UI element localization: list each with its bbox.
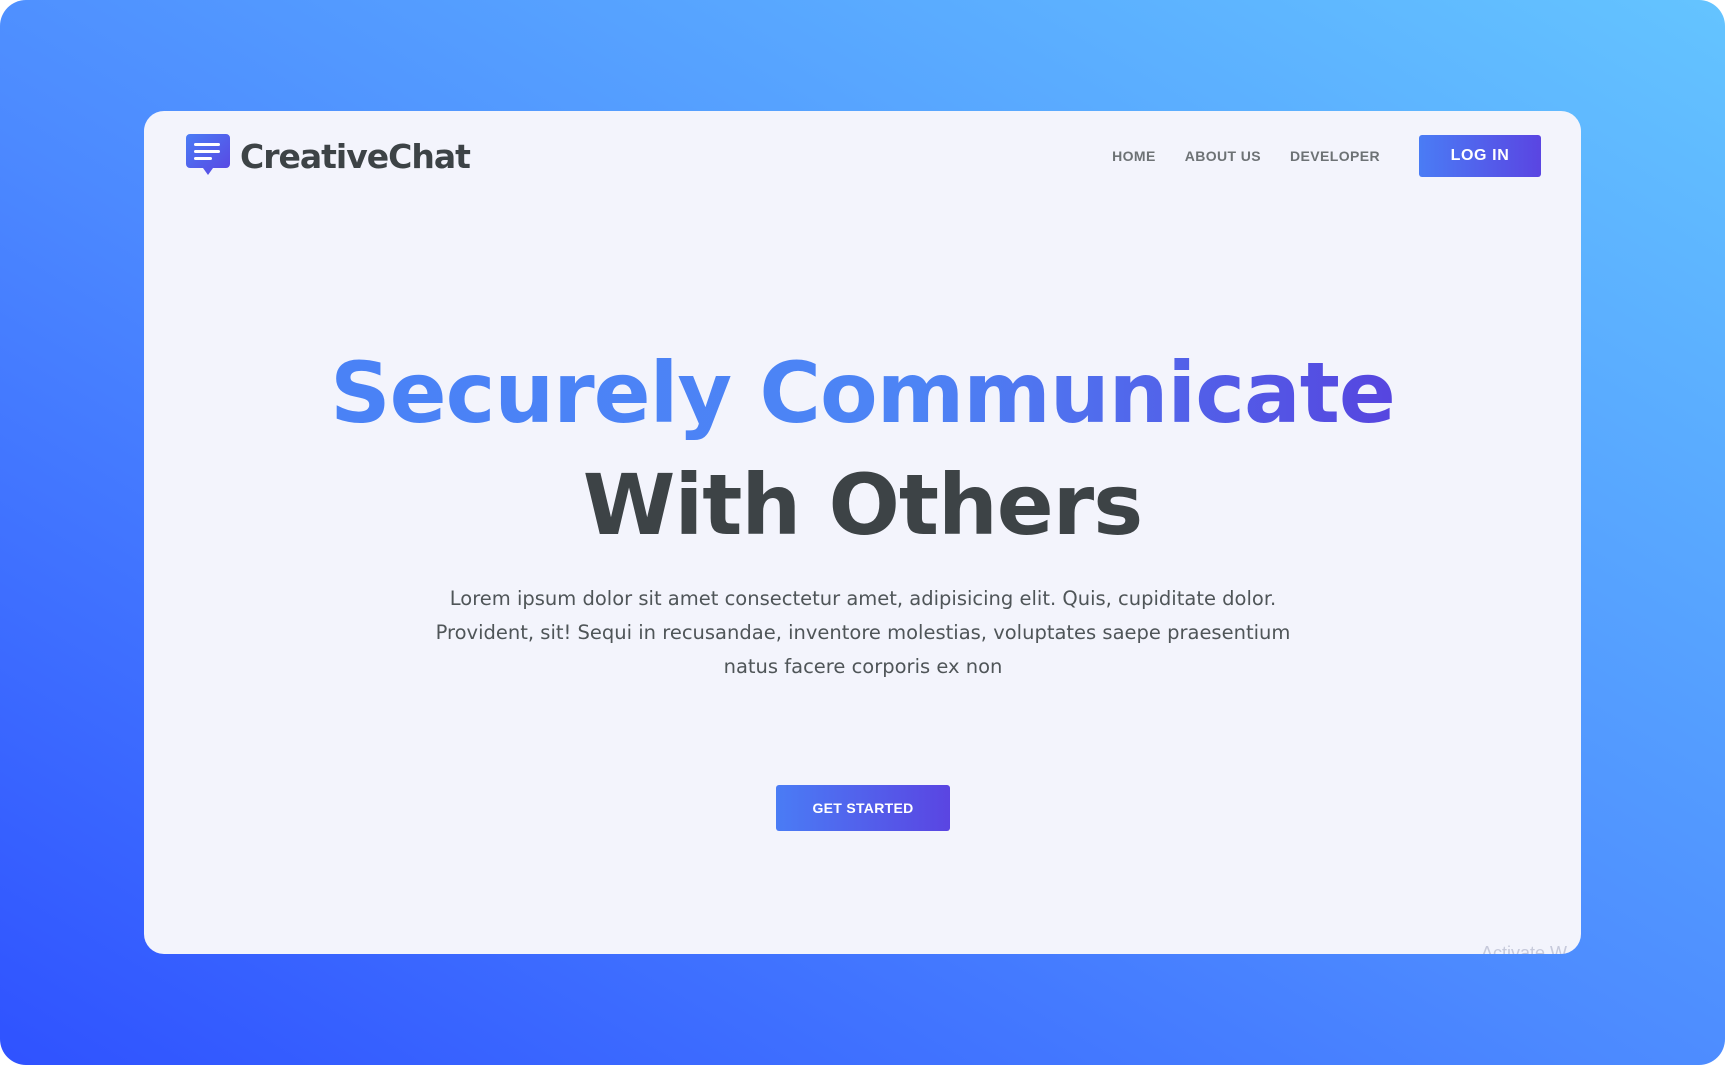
hero-description: Lorem ipsum dolor sit amet consectetur a… — [423, 582, 1303, 684]
backdrop: CreativeChat HOME ABOUT US DEVELOPER LOG… — [0, 0, 1725, 1065]
brand-logo[interactable]: CreativeChat — [186, 133, 471, 179]
nav-link-about-us[interactable]: ABOUT US — [1185, 148, 1261, 164]
browser-window: CreativeChat HOME ABOUT US DEVELOPER LOG… — [144, 111, 1581, 954]
nav-link-developer[interactable]: DEVELOPER — [1290, 148, 1380, 164]
login-button[interactable]: LOG IN — [1419, 135, 1541, 177]
nav-links: HOME ABOUT US DEVELOPER LOG IN — [1112, 135, 1541, 177]
hero-title-gradient-text: Securely Communicate — [330, 344, 1396, 442]
nav-link-home[interactable]: HOME — [1112, 148, 1156, 164]
chat-bubble-icon — [186, 134, 230, 175]
navbar: CreativeChat HOME ABOUT US DEVELOPER LOG… — [144, 111, 1581, 201]
brand-name: CreativeChat — [240, 136, 471, 176]
hero-description-line-3: natus facere corporis ex non — [723, 655, 1003, 678]
hero-description-line-1: Lorem ipsum dolor sit amet consectetur a… — [449, 587, 1277, 610]
activation-watermark: Activate W — [1481, 943, 1568, 954]
hero-title-line-1: Securely Communicate — [144, 343, 1581, 443]
hero-title-line-2: With Others — [582, 456, 1143, 554]
get-started-button[interactable]: GET STARTED — [776, 785, 950, 831]
hero-description-line-2: Provident, sit! Sequi in recusandae, inv… — [435, 621, 1291, 644]
